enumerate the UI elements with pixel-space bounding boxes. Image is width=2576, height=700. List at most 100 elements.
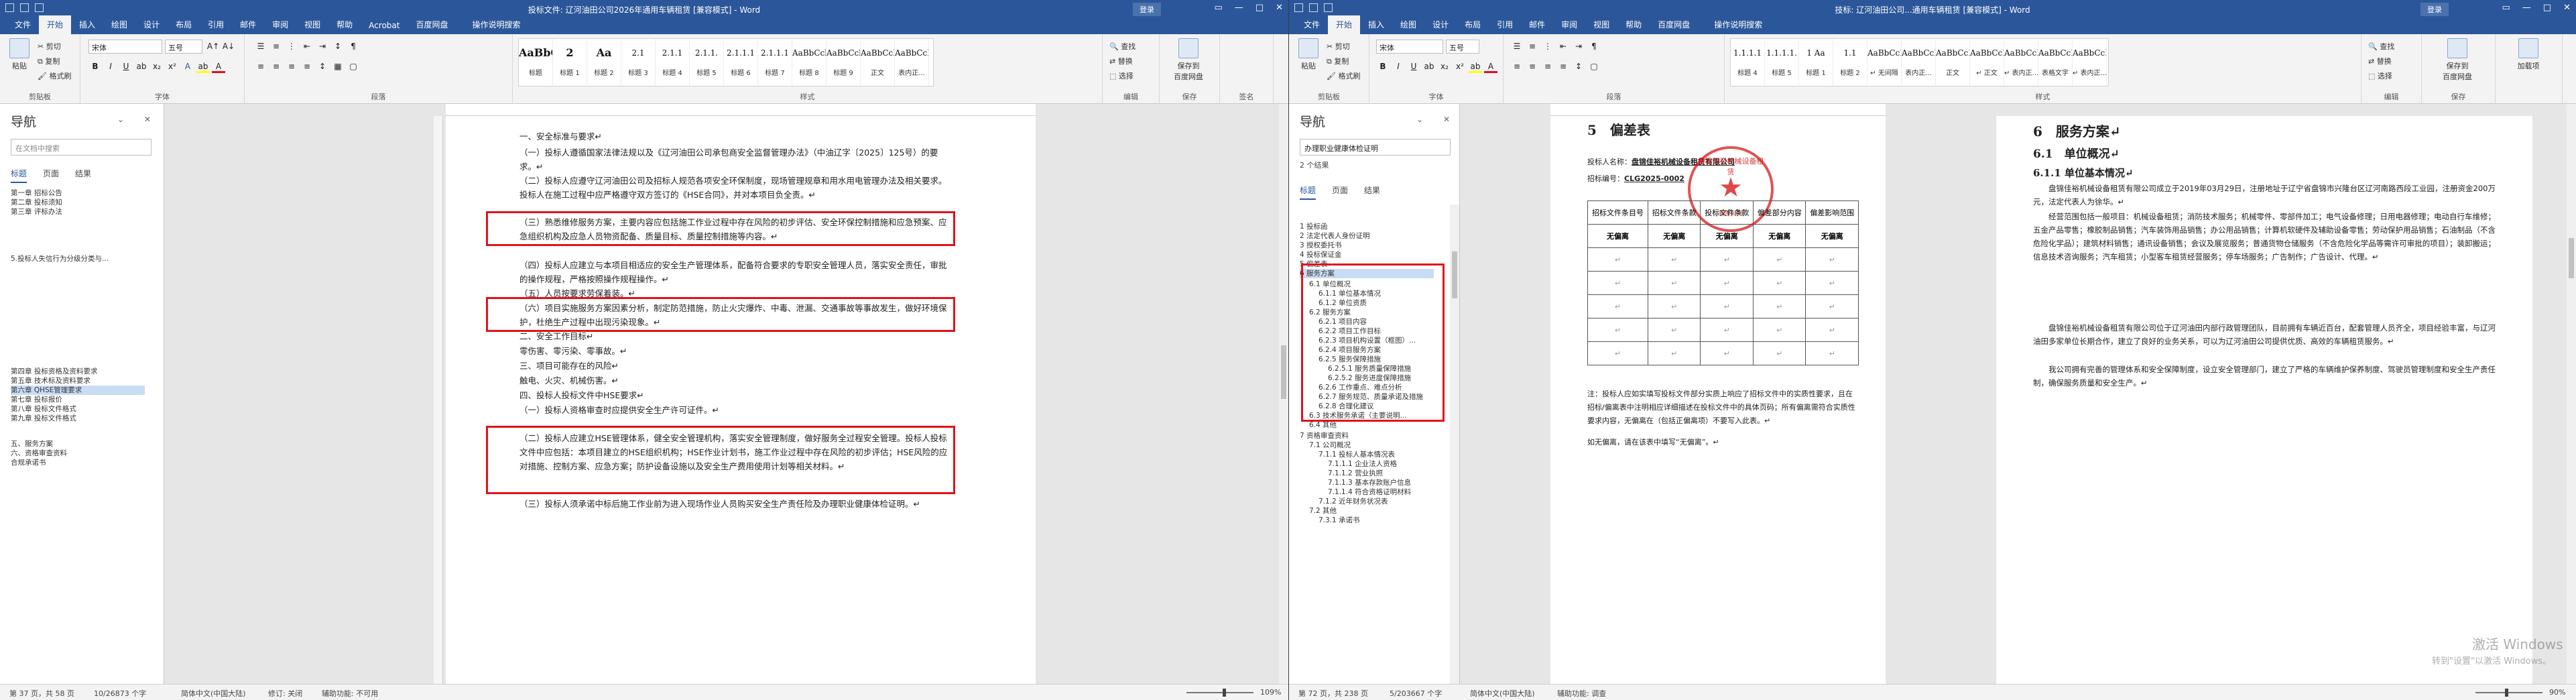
nav-heading-item[interactable]: 7.1.1.4 符合资格证明材料 (1328, 487, 1442, 497)
nav-scrollbar[interactable] (1450, 205, 1459, 684)
style-item[interactable]: 2.1.1.1 标题 7 (758, 39, 792, 86)
multilevel-list-icon[interactable]: ⋮ (1541, 40, 1554, 53)
style-item[interactable]: 1.1.1.1. 标题 5 (1765, 39, 1799, 86)
accessibility-status[interactable]: 辅助功能: 调查 (1557, 688, 1606, 699)
nav-heading-item[interactable]: 第八章 投标文件格式 (11, 404, 145, 414)
decrease-indent-icon[interactable]: ⇤ (1556, 40, 1570, 53)
nav-heading-item[interactable]: 五、服务方案 (11, 439, 145, 449)
tab-6[interactable]: 引用 (200, 19, 232, 34)
font-size-combo[interactable]: 五号 (1446, 40, 1479, 54)
style-item[interactable]: AaBbCcDd 正文 (1936, 39, 1970, 86)
style-item[interactable]: AaBbCcDc ↵ 无间隔 (1867, 39, 1902, 86)
line-spacing-icon[interactable]: ↕ (1572, 60, 1585, 73)
increase-indent-icon[interactable]: ⇥ (1572, 40, 1585, 53)
style-item[interactable]: AaBbCcl 标题 8 (792, 39, 826, 86)
sign-in-button[interactable]: 登录 (2420, 3, 2449, 16)
style-item[interactable]: AaBbCcDd 表内正... (1902, 39, 1936, 86)
bullets-icon[interactable]: ☰ (1510, 40, 1524, 53)
table-cell[interactable]: ↵ (1647, 318, 1701, 342)
nav-heading-item[interactable]: 4 投标保证金 (1300, 250, 1434, 259)
nav-heading-item[interactable]: 3 授权委托书 (1300, 241, 1434, 250)
table-cell[interactable]: 无偏离 (1752, 224, 1806, 248)
select-button[interactable]: ⬚ 选择 (2368, 70, 2392, 81)
nav-heading-item[interactable]: 7.1.1.2 营业执照 (1328, 469, 1442, 478)
align-right-icon[interactable]: ≡ (285, 60, 298, 73)
nav-heading-item[interactable]: 2 法定代表人身份证明 (1300, 231, 1434, 241)
ribbon-display-icon[interactable]: ▭ (2502, 3, 2510, 13)
tab-10[interactable]: 帮助 (1617, 19, 1650, 34)
nav-tab-results[interactable]: 结果 (1364, 184, 1380, 200)
style-item[interactable]: AaBbCcDd ↵ 表内正... (2004, 39, 2038, 86)
table-cell[interactable]: ↵ (1647, 247, 1701, 272)
copy-button[interactable]: ⧉ 复制 (1327, 56, 1349, 66)
nav-heading-item[interactable]: 第五章 技术标及资料要求 (11, 376, 145, 386)
style-item[interactable]: 2.1 标题 3 (621, 39, 656, 86)
underline-icon[interactable]: U (1407, 60, 1420, 73)
bold-icon[interactable]: B (1376, 60, 1390, 73)
vertical-scrollbar[interactable] (1279, 104, 1288, 684)
shrink-font-icon[interactable]: A↓ (222, 40, 235, 53)
tab-8[interactable]: 审阅 (264, 19, 296, 34)
tab-9[interactable]: 视图 (1585, 19, 1617, 34)
word-count[interactable]: 5/203667 个字 (1390, 688, 1442, 699)
zoom-level[interactable]: 109% (1260, 688, 1281, 697)
nav-heading-item[interactable]: 第六章 QHSE管理要求 (11, 386, 145, 395)
table-cell[interactable]: ↵ (1647, 341, 1701, 365)
subscript-icon[interactable]: x₂ (1438, 60, 1451, 73)
tab-3[interactable]: 绘图 (1392, 19, 1424, 34)
table-cell[interactable]: 无偏离 (1700, 224, 1754, 248)
minimize-icon[interactable]: — (1235, 3, 1243, 13)
cut-button[interactable]: ✂ 剪切 (38, 41, 61, 52)
table-cell[interactable]: 无偏离 (1647, 224, 1701, 248)
cut-button[interactable]: ✂ 剪切 (1327, 41, 1350, 52)
bold-icon[interactable]: B (88, 60, 102, 73)
language-status[interactable]: 简体中文(中国大陆) (181, 688, 246, 699)
tab-5[interactable]: 布局 (168, 19, 200, 34)
shading-icon[interactable]: ▦ (331, 60, 345, 73)
maximize-icon[interactable]: □ (2543, 3, 2551, 13)
deviation-table-page[interactable]: 5 偏差表 投标人名称：盘锦佳裕机械设备租赁有限公司 招标编号：CLG2025-… (1550, 116, 1886, 684)
accessibility-status[interactable]: 辅助功能: 不可用 (322, 688, 378, 699)
text-effects-icon[interactable]: A (181, 60, 194, 73)
nav-tab-results[interactable]: 结果 (75, 168, 91, 183)
table-cell[interactable]: ↵ (1752, 247, 1806, 272)
tell-me-search[interactable]: 操作说明搜索 (464, 19, 528, 34)
style-item[interactable]: 2.1.1 标题 4 (656, 39, 690, 86)
style-item[interactable]: AaBbCcDd 表格文字 (2038, 39, 2073, 86)
zoom-level[interactable]: 90% (2549, 688, 2565, 697)
borders-icon[interactable]: ▢ (347, 60, 360, 73)
justify-icon[interactable]: ≡ (300, 60, 314, 73)
style-item[interactable]: 1.1.1.1 标题 4 (1731, 39, 1765, 86)
ribbon-display-icon[interactable]: ▭ (1215, 3, 1223, 13)
tab-7[interactable]: 邮件 (1521, 19, 1553, 34)
replace-button[interactable]: ⇄ 替换 (1109, 56, 1133, 66)
tab-4[interactable]: 设计 (135, 19, 168, 34)
table-cell[interactable]: ↵ (1752, 294, 1806, 318)
nav-heading-item[interactable]: 第九章 投标文件格式 (11, 414, 145, 423)
replace-button[interactable]: ⇄ 替换 (2368, 56, 2392, 66)
strikethrough-icon[interactable]: ab (135, 60, 148, 73)
nav-tab-pages[interactable]: 页面 (1332, 184, 1348, 200)
nav-heading-item[interactable]: 7.1.1.1 企业法人资格 (1328, 459, 1442, 469)
tab-3[interactable]: 绘图 (103, 19, 135, 34)
addins-button[interactable]: 加载项 (2513, 38, 2544, 71)
table-cell[interactable]: 无偏离 (1805, 224, 1859, 248)
close-icon[interactable]: ✕ (1276, 3, 1283, 13)
font-size-combo[interactable]: 五号 (165, 40, 202, 54)
nav-heading-item[interactable]: 第二章 投标须知 (11, 198, 145, 207)
close-icon[interactable]: ✕ (2563, 3, 2571, 13)
tab-11[interactable]: Acrobat (361, 21, 408, 34)
nav-heading-item[interactable]: 7.3.1 承诺书 (1318, 516, 1439, 525)
paste-button[interactable]: 粘贴 (4, 38, 35, 71)
align-right-icon[interactable]: ≡ (1541, 60, 1554, 73)
show-marks-icon[interactable]: ¶ (1587, 40, 1601, 53)
style-item[interactable]: 1 Aa 标题 1 (1799, 39, 1833, 86)
table-cell[interactable]: ↵ (1700, 341, 1754, 365)
highlight-icon[interactable]: ab (196, 60, 210, 73)
strikethrough-icon[interactable]: ab (1422, 60, 1436, 73)
nav-heading-item[interactable]: 1 投标函 (1300, 222, 1434, 231)
tab-4[interactable]: 设计 (1424, 19, 1457, 34)
nav-heading-item[interactable]: 第一章 招标公告 (11, 188, 145, 198)
borders-icon[interactable]: ▢ (1587, 60, 1601, 73)
nav-heading-item[interactable]: 7.1.1 投标人基本情况表 (1318, 450, 1439, 459)
